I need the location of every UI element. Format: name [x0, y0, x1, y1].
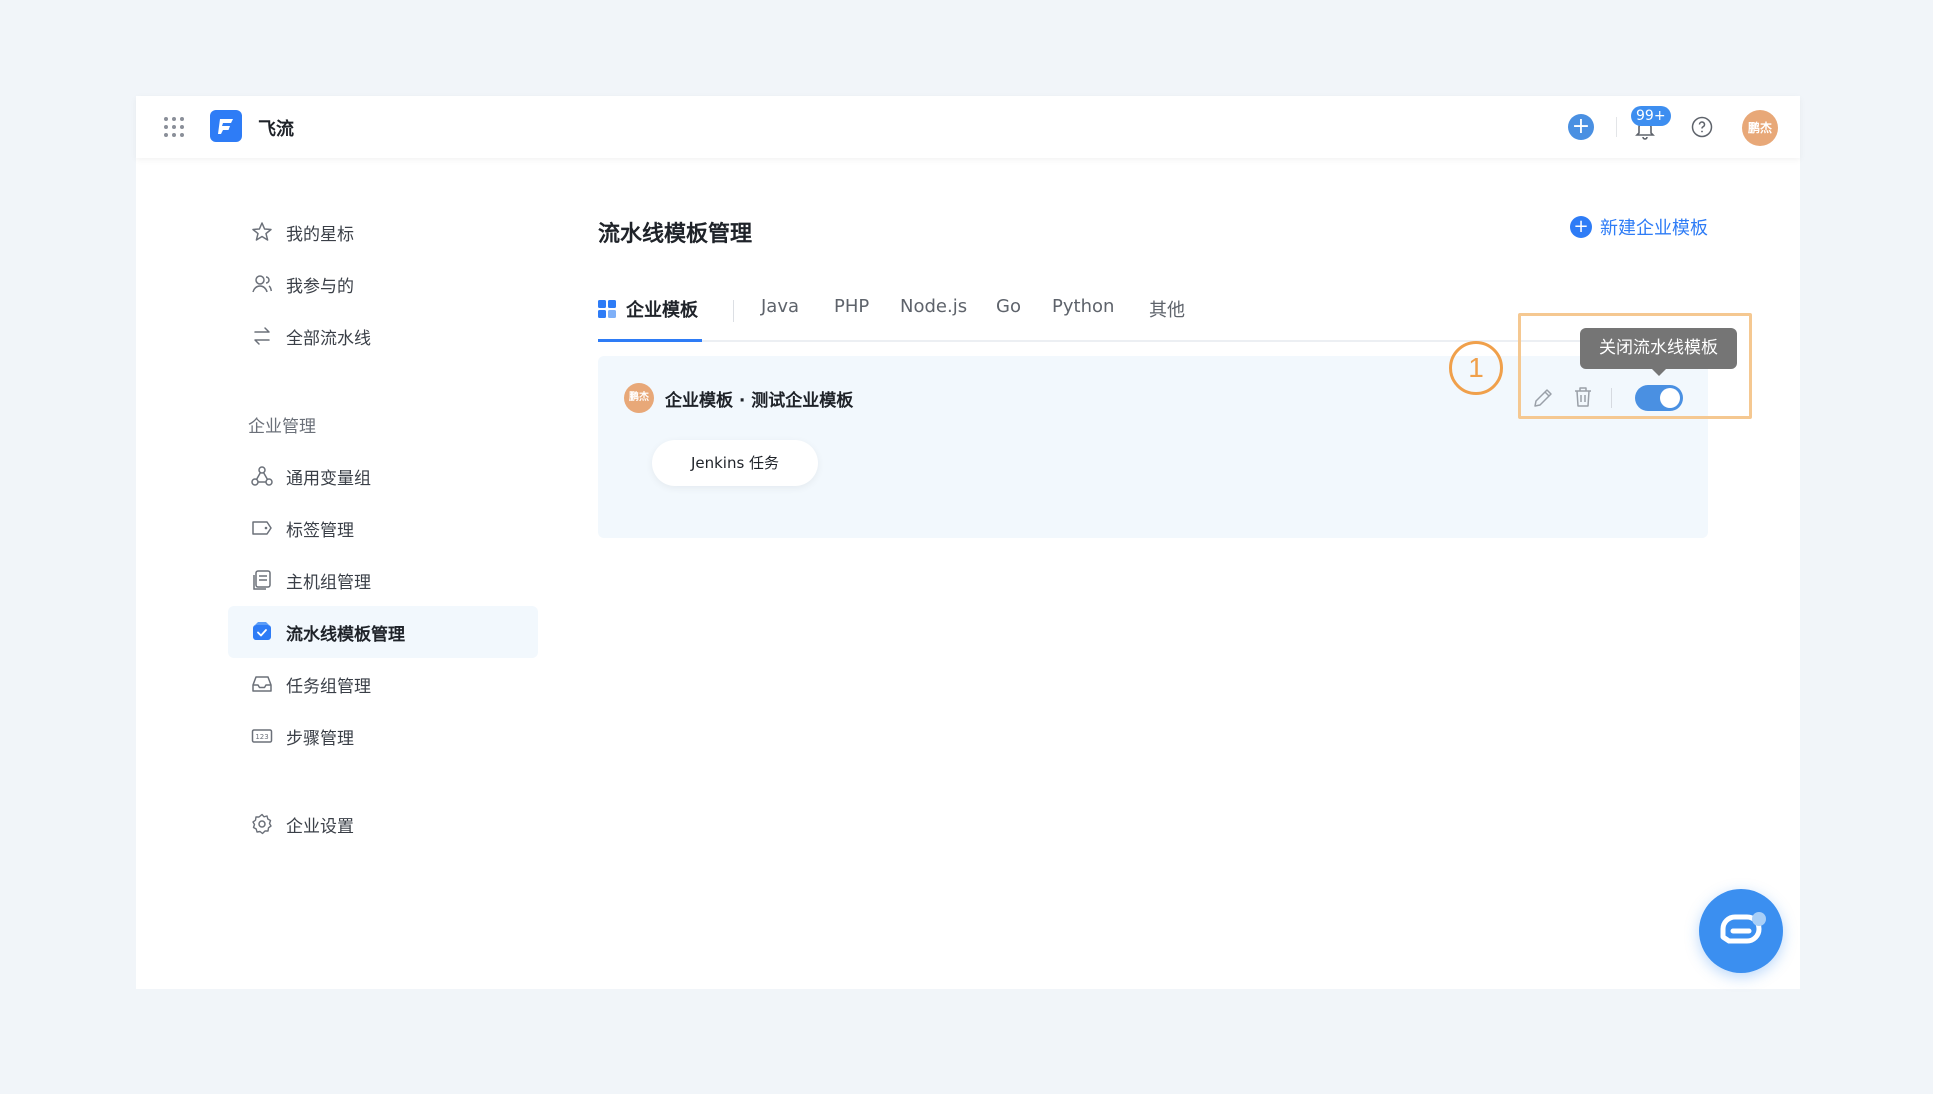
notification-badge: 99+ — [1631, 106, 1671, 126]
app-name: 飞流 — [258, 119, 294, 140]
sidebar-item-participated[interactable]: 我参与的 — [228, 258, 538, 310]
tab-other[interactable]: 其他 — [1149, 296, 1185, 322]
sidebar-item-starred[interactable]: 我的星标 — [228, 206, 538, 258]
page-title: 流水线模板管理 — [598, 222, 753, 247]
tab-java[interactable]: Java — [761, 296, 799, 317]
card-avatar: 鹏杰 — [624, 383, 654, 413]
help-icon[interactable] — [1691, 116, 1713, 138]
sidebar-item-task-groups[interactable]: 任务组管理 — [228, 658, 538, 710]
sidebar-item-label: 我的星标 — [286, 224, 354, 245]
app-window: 飞流 + 99+ 鹏杰 我的星标 我参与的 全部流水线 企业管理 通用变量组 标… — [136, 96, 1800, 989]
host-icon — [253, 570, 271, 590]
template-icon — [253, 622, 271, 640]
sidebar-item-label: 通用变量组 — [286, 468, 371, 489]
steps-icon: 123 — [251, 729, 273, 743]
sidebar-item-label: 任务组管理 — [286, 676, 371, 697]
tooltip: 关闭流水线模板 — [1580, 328, 1737, 376]
sidebar-group-label: 企业管理 — [248, 416, 316, 437]
star-icon — [252, 222, 272, 241]
tab-nodejs[interactable]: Node.js — [900, 296, 967, 317]
chat-button[interactable] — [1699, 889, 1783, 973]
new-button-label: 新建企业模板 — [1600, 218, 1708, 239]
apps-grid-icon[interactable] — [164, 117, 184, 137]
sidebar-item-label: 主机组管理 — [286, 572, 371, 593]
tab-go[interactable]: Go — [996, 296, 1021, 317]
sidebar-item-label: 标签管理 — [286, 520, 354, 541]
plus-circle-icon: + — [1570, 216, 1592, 238]
tab-php[interactable]: PHP — [834, 296, 869, 317]
sidebar-item-steps[interactable]: 123 步骤管理 — [228, 710, 538, 762]
inbox-icon — [252, 676, 272, 692]
sidebar-item-pipeline-templates[interactable]: 流水线模板管理 — [228, 606, 538, 658]
top-bar: 飞流 + 99+ 鹏杰 — [136, 96, 1800, 158]
sidebar-item-variables[interactable]: 通用变量组 — [228, 450, 538, 502]
sidebar-item-settings[interactable]: 企业设置 — [228, 798, 538, 850]
sidebar: 我的星标 我参与的 全部流水线 企业管理 通用变量组 标签管理 主机组管理 流水… — [228, 206, 538, 850]
nodes-icon — [251, 466, 273, 486]
sidebar-item-label: 流水线模板管理 — [286, 624, 405, 645]
tag-icon — [252, 521, 272, 535]
topbar-divider — [1616, 117, 1617, 137]
step-marker: 1 — [1449, 341, 1503, 395]
sidebar-item-all-pipelines[interactable]: 全部流水线 — [228, 310, 538, 362]
tab-enterprise[interactable]: 企业模板 — [598, 296, 698, 322]
create-plus-button[interactable]: + — [1568, 114, 1594, 140]
svg-text:123: 123 — [255, 733, 268, 741]
grid-icon — [598, 300, 616, 318]
tab-divider — [733, 300, 734, 322]
app-logo-icon[interactable] — [210, 110, 242, 142]
sidebar-item-label: 企业设置 — [286, 816, 354, 837]
sidebar-item-label: 步骤管理 — [286, 728, 354, 749]
tab-label: 企业模板 — [626, 300, 698, 321]
card-title: 企业模板 · 测试企业模板 — [665, 391, 854, 411]
chat-icon — [1720, 912, 1766, 944]
sidebar-item-label: 全部流水线 — [286, 328, 371, 349]
sidebar-item-label: 我参与的 — [286, 276, 354, 297]
user-icon — [252, 275, 273, 293]
gear-icon — [252, 813, 272, 835]
swap-icon — [254, 327, 270, 345]
new-enterprise-template-button[interactable]: + 新建企业模板 — [1570, 214, 1708, 240]
task-chip: Jenkins 任务 — [652, 440, 818, 486]
tab-python[interactable]: Python — [1052, 296, 1114, 317]
sidebar-item-tags[interactable]: 标签管理 — [228, 502, 538, 554]
active-tab-indicator — [598, 339, 702, 342]
user-avatar[interactable]: 鹏杰 — [1742, 110, 1778, 146]
sidebar-item-hosts[interactable]: 主机组管理 — [228, 554, 538, 606]
